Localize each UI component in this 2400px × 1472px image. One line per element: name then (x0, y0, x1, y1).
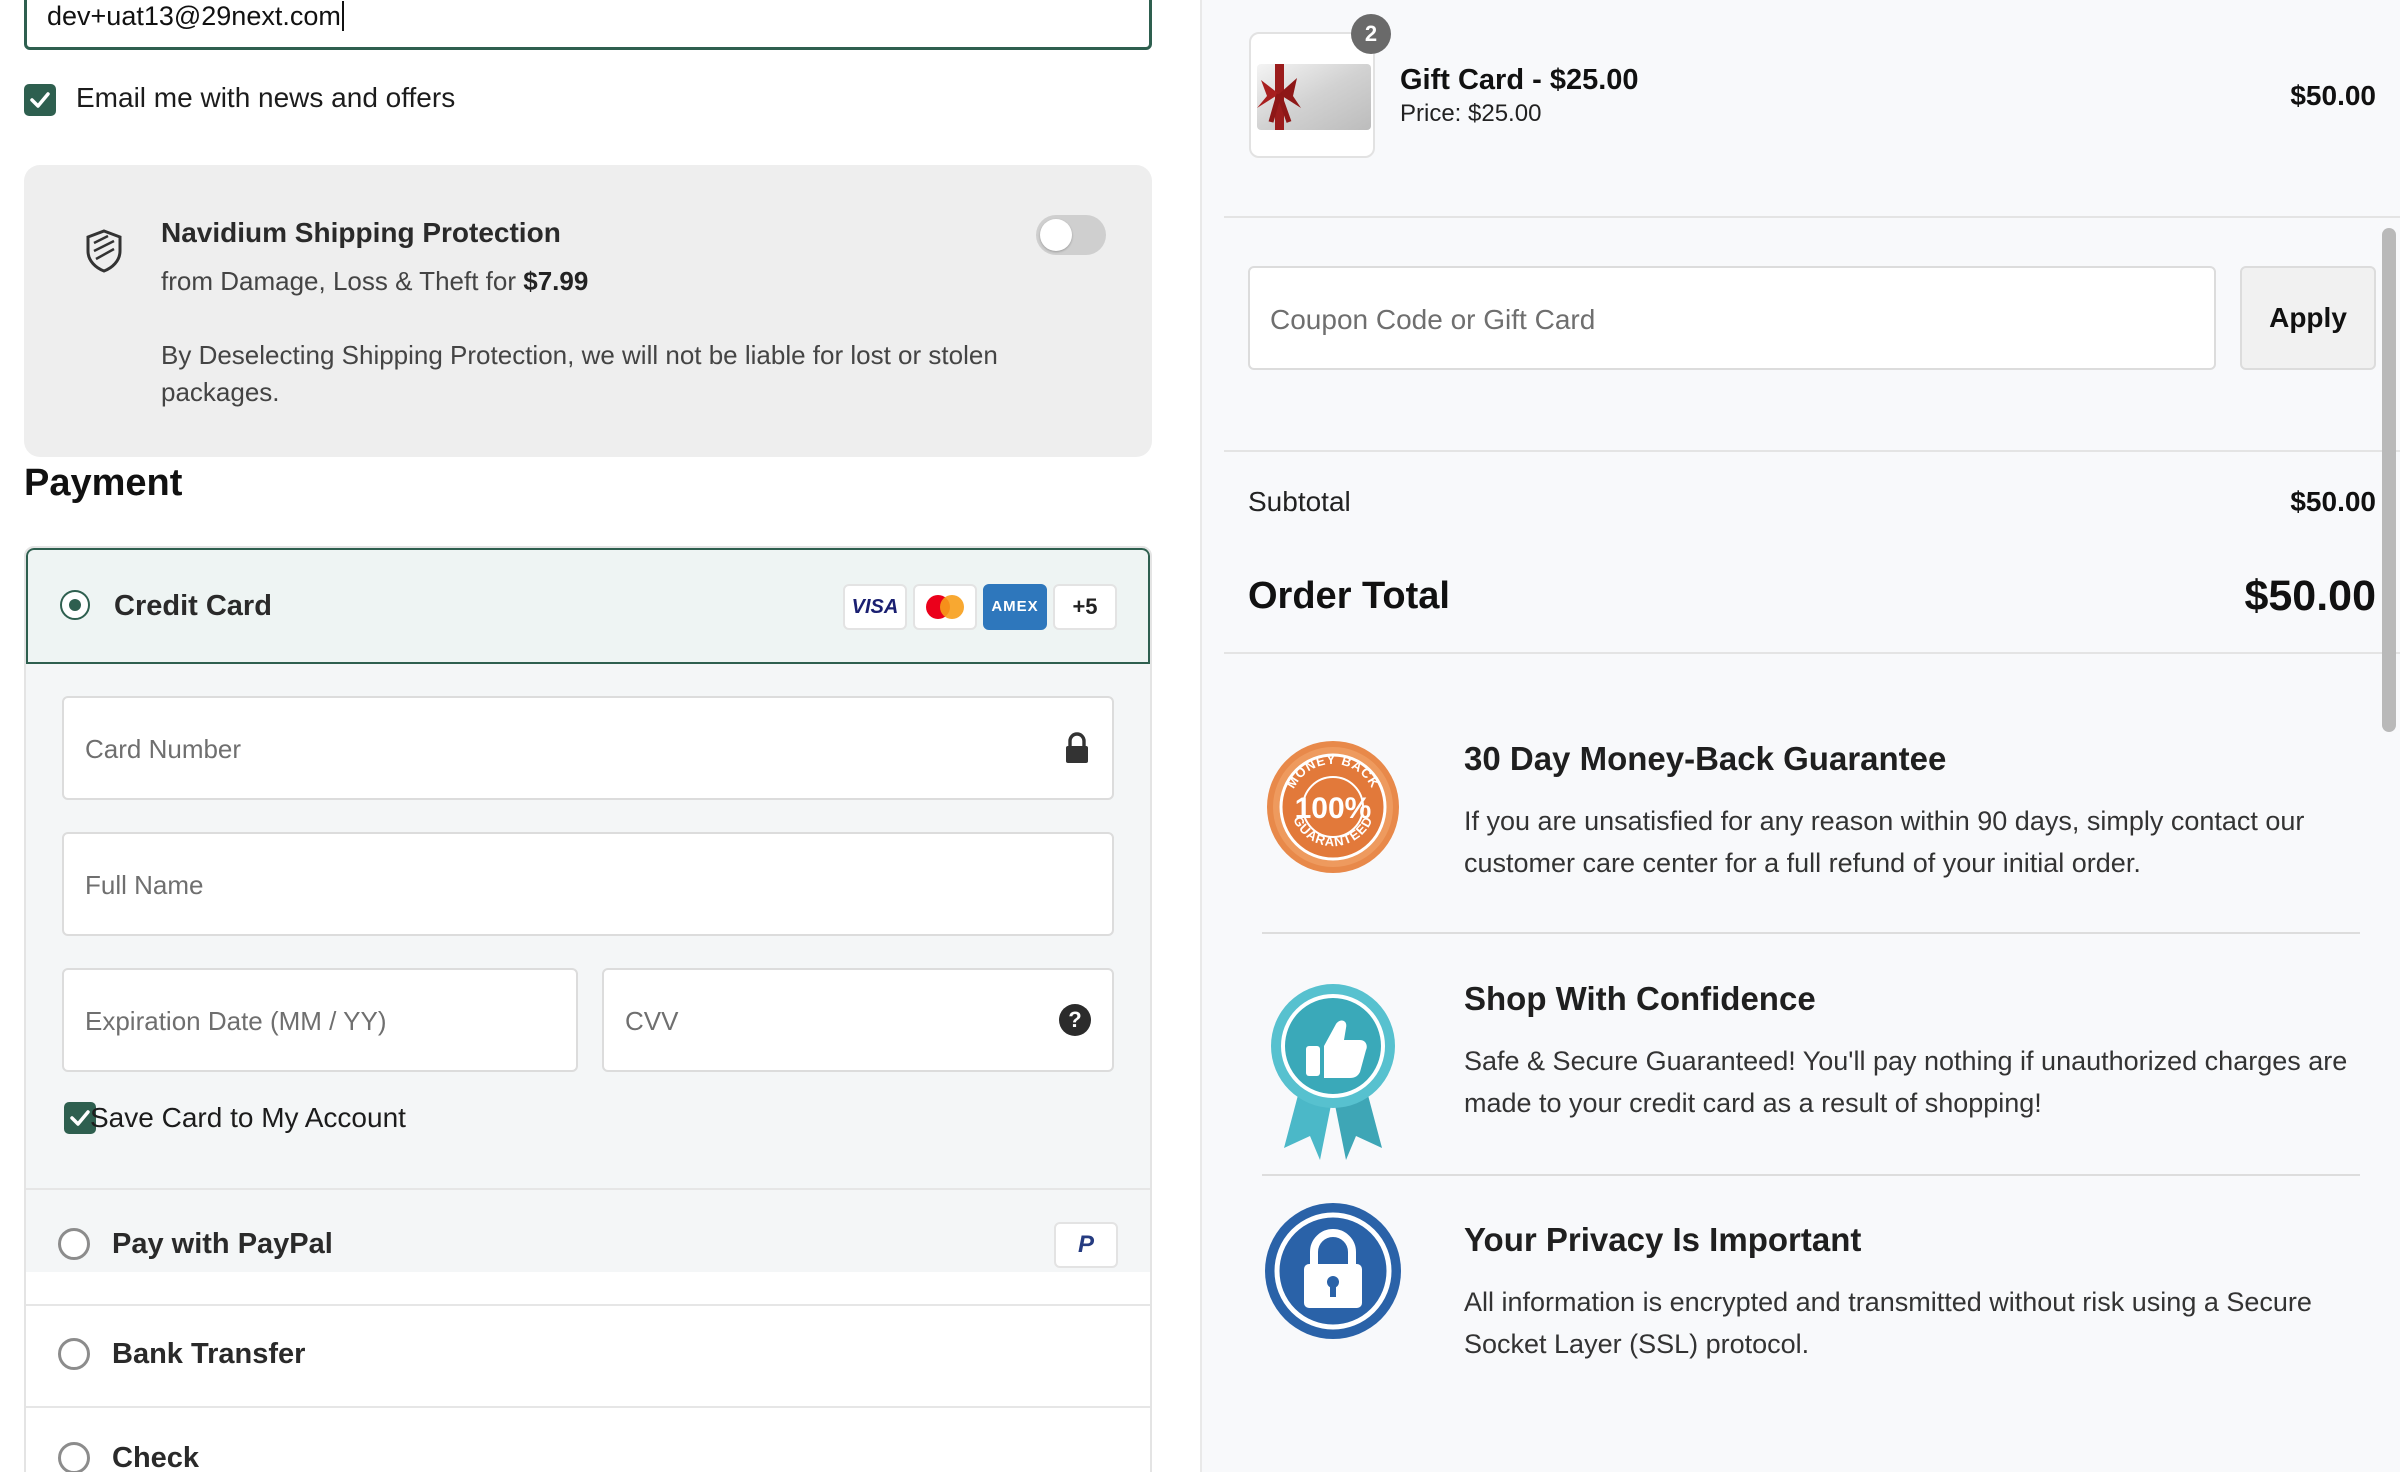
text-caret (341, 1, 344, 31)
payment-methods: Credit Card VISA AMEX +5 Card Number Ful… (24, 546, 1152, 1472)
coupon-placeholder: Coupon Code or Gift Card (1270, 304, 1596, 335)
thumbs-up-ribbon-icon (1271, 984, 1395, 1160)
amex-text: AMEX (991, 598, 1039, 615)
card-number-placeholder: Card Number (85, 734, 242, 764)
check-option[interactable]: Check (26, 1408, 1150, 1472)
shipping-protection-toggle[interactable] (1036, 215, 1106, 255)
divider (1224, 652, 2400, 654)
guarantee-text: Safe & Secure Guaranteed! You'll pay not… (1464, 1046, 2348, 1118)
lock-icon (1066, 732, 1088, 763)
divider (1224, 216, 2400, 218)
gift-card-image (1257, 64, 1371, 130)
expiration-input[interactable]: Expiration Date (MM / YY) (62, 968, 578, 1072)
item-line-total: $50.00 (2290, 80, 2376, 111)
paypal-option[interactable]: Pay with PayPal P (26, 1190, 1150, 1304)
full-name-input[interactable]: Full Name (62, 832, 1114, 936)
check-icon (30, 92, 50, 108)
item-unit-price: Price: $25.00 (1400, 100, 1542, 127)
divider (1224, 450, 2400, 452)
subtotal-value: $50.00 (2290, 486, 2376, 517)
apply-coupon-button[interactable]: Apply (2240, 266, 2376, 370)
padlock-seal-icon (1265, 1203, 1401, 1339)
card-number-input[interactable]: Card Number (62, 696, 1114, 800)
paypal-glyph: P (1077, 1231, 1094, 1258)
email-value: dev+uat13@29next.com (47, 1, 341, 31)
shipping-protection-card: Navidium Shipping Protection from Damage… (24, 165, 1152, 457)
credit-card-form: Card Number Full Name Expiration Date (M… (26, 664, 1150, 1272)
summary-scrollbar[interactable] (2382, 228, 2396, 732)
amex-icon: AMEX (983, 584, 1047, 630)
guarantee-text: All information is encrypted and transmi… (1464, 1287, 2312, 1359)
paypal-label: Pay with PayPal (112, 1228, 333, 1260)
subtotal-label: Subtotal (1248, 486, 1351, 517)
check-radio[interactable] (58, 1442, 90, 1472)
quantity-badge: 2 (1351, 14, 1391, 54)
check-label: Check (112, 1442, 200, 1472)
credit-card-option[interactable]: Credit Card VISA AMEX +5 (26, 548, 1150, 664)
guarantee-text: If you are unsatisfied for any reason wi… (1464, 806, 2305, 878)
cvv-placeholder: CVV (625, 1006, 679, 1036)
visa-icon: VISA (843, 584, 907, 630)
email-field[interactable]: dev+uat13@29next.com (24, 0, 1152, 50)
mastercard-icon (913, 584, 977, 630)
more-cards-badge: +5 (1053, 584, 1117, 630)
item-name: Gift Card - $25.00 (1400, 64, 1639, 96)
guarantee-title: Your Privacy Is Important (1464, 1221, 1862, 1258)
newsletter-checkbox[interactable] (24, 84, 56, 116)
save-card-label: Save Card to My Account (90, 1102, 406, 1133)
paypal-radio[interactable] (58, 1228, 90, 1260)
shipping-protection-subtitle-text: from Damage, Loss & Theft for (161, 266, 524, 296)
gift-card-thumbnail (1249, 32, 1375, 158)
divider (1262, 932, 2360, 934)
bank-transfer-label: Bank Transfer (112, 1338, 306, 1370)
bank-transfer-option[interactable]: Bank Transfer (26, 1306, 1150, 1406)
check-icon (70, 1110, 90, 1126)
shipping-protection-price: $7.99 (523, 266, 589, 296)
bank-transfer-radio[interactable] (58, 1338, 90, 1370)
visa-text: VISA (851, 596, 899, 618)
guarantee-title: Shop With Confidence (1464, 980, 1816, 1017)
shield-icon (86, 229, 122, 273)
coupon-input[interactable]: Coupon Code or Gift Card (1248, 266, 2216, 370)
checkout-form-column: dev+uat13@29next.com Email me with news … (0, 0, 1200, 1472)
svg-text:?: ? (1068, 1007, 1081, 1032)
divider (1262, 1174, 2360, 1176)
money-back-badge-icon: 100% MONEY BACK GUARANTEED (1267, 741, 1399, 873)
mastercard-circles (926, 595, 964, 619)
order-total-label: Order Total (1248, 575, 1450, 617)
shipping-protection-note: By Deselecting Shipping Protection, we w… (161, 340, 998, 407)
toggle-knob (1040, 219, 1072, 251)
help-icon[interactable]: ? (1058, 1003, 1092, 1037)
shipping-protection-subtitle: from Damage, Loss & Theft for $7.99 (161, 266, 588, 297)
guarantee-title: 30 Day Money-Back Guarantee (1464, 740, 1947, 777)
full-name-placeholder: Full Name (85, 870, 204, 900)
credit-card-radio[interactable] (60, 590, 90, 620)
paypal-icon: P (1054, 1222, 1118, 1268)
payment-heading: Payment (24, 462, 183, 504)
expiration-placeholder: Expiration Date (MM / YY) (85, 1006, 387, 1036)
order-total-value: $50.00 (2244, 572, 2376, 620)
shipping-protection-title: Navidium Shipping Protection (161, 217, 561, 248)
more-cards-count: +5 (1072, 594, 1098, 619)
credit-card-label: Credit Card (114, 590, 272, 622)
cvv-input[interactable]: CVV ? (602, 968, 1114, 1072)
newsletter-label: Email me with news and offers (76, 82, 456, 113)
